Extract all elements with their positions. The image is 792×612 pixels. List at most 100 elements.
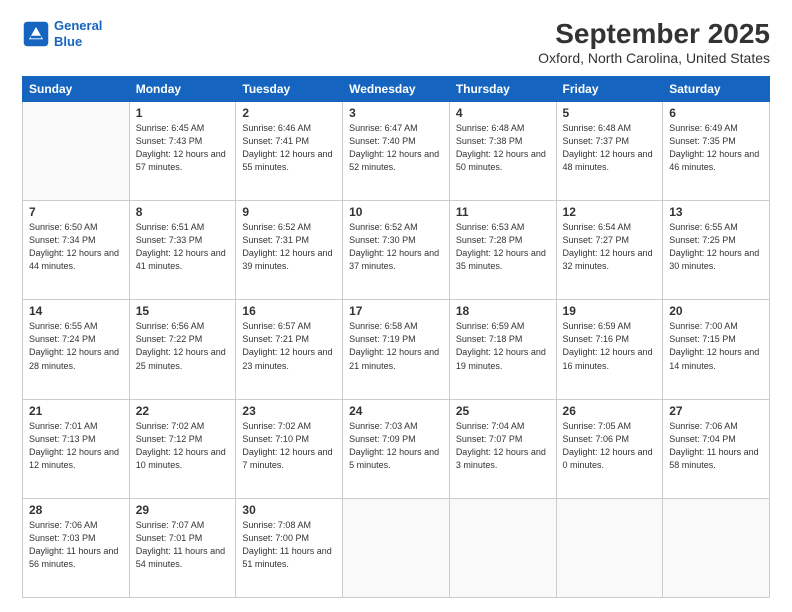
page: General Blue September 2025 Oxford, Nort… [0,0,792,612]
day-number: 6 [669,106,763,120]
day-cell: 28 Sunrise: 7:06 AMSunset: 7:03 PMDayligh… [23,498,130,597]
day-info: Sunrise: 6:58 AMSunset: 7:19 PMDaylight:… [349,320,443,372]
day-cell [663,498,770,597]
col-header-friday: Friday [556,77,663,102]
header-row: SundayMondayTuesdayWednesdayThursdayFrid… [23,77,770,102]
day-info: Sunrise: 6:52 AMSunset: 7:31 PMDaylight:… [242,221,336,273]
day-info: Sunrise: 6:51 AMSunset: 7:33 PMDaylight:… [136,221,230,273]
day-info: Sunrise: 6:55 AMSunset: 7:25 PMDaylight:… [669,221,763,273]
day-cell: 3 Sunrise: 6:47 AMSunset: 7:40 PMDaylight… [343,102,450,201]
day-number: 1 [136,106,230,120]
day-info: Sunrise: 6:50 AMSunset: 7:34 PMDaylight:… [29,221,123,273]
day-info: Sunrise: 6:45 AMSunset: 7:43 PMDaylight:… [136,122,230,174]
day-cell [449,498,556,597]
day-cell: 16 Sunrise: 6:57 AMSunset: 7:21 PMDayligh… [236,300,343,399]
day-number: 2 [242,106,336,120]
day-info: Sunrise: 6:59 AMSunset: 7:18 PMDaylight:… [456,320,550,372]
day-cell: 11 Sunrise: 6:53 AMSunset: 7:28 PMDayligh… [449,201,556,300]
day-cell: 9 Sunrise: 6:52 AMSunset: 7:31 PMDaylight… [236,201,343,300]
day-number: 10 [349,205,443,219]
header: General Blue September 2025 Oxford, Nort… [22,18,770,66]
day-info: Sunrise: 7:02 AMSunset: 7:12 PMDaylight:… [136,420,230,472]
day-info: Sunrise: 7:04 AMSunset: 7:07 PMDaylight:… [456,420,550,472]
day-cell: 26 Sunrise: 7:05 AMSunset: 7:06 PMDayligh… [556,399,663,498]
day-number: 28 [29,503,123,517]
day-number: 26 [563,404,657,418]
day-cell: 20Sunrise: 7:00 AMSunset: 7:15 PMDayligh… [663,300,770,399]
calendar-table: SundayMondayTuesdayWednesdayThursdayFrid… [22,76,770,598]
day-cell: 22 Sunrise: 7:02 AMSunset: 7:12 PMDayligh… [129,399,236,498]
day-cell: 5Sunrise: 6:48 AMSunset: 7:37 PMDaylight… [556,102,663,201]
day-info: Sunrise: 7:06 AMSunset: 7:03 PMDaylight:… [29,519,123,571]
logo-icon [22,20,50,48]
day-cell: 21 Sunrise: 7:01 AMSunset: 7:13 PMDayligh… [23,399,130,498]
day-number: 16 [242,304,336,318]
day-info: Sunrise: 7:02 AMSunset: 7:10 PMDaylight:… [242,420,336,472]
day-number: 3 [349,106,443,120]
day-number: 21 [29,404,123,418]
logo: General Blue [22,18,102,49]
day-info: Sunrise: 6:55 AMSunset: 7:24 PMDaylight:… [29,320,123,372]
day-number: 27 [669,404,763,418]
day-number: 29 [136,503,230,517]
day-number: 30 [242,503,336,517]
day-number: 7 [29,205,123,219]
day-info: Sunrise: 7:01 AMSunset: 7:13 PMDaylight:… [29,420,123,472]
day-number: 18 [456,304,550,318]
day-info: Sunrise: 6:57 AMSunset: 7:21 PMDaylight:… [242,320,336,372]
day-cell: 4 Sunrise: 6:48 AMSunset: 7:38 PMDaylight… [449,102,556,201]
day-info: Sunrise: 6:56 AMSunset: 7:22 PMDaylight:… [136,320,230,372]
day-info: Sunrise: 7:05 AMSunset: 7:06 PMDaylight:… [563,420,657,472]
week-row-4: 28 Sunrise: 7:06 AMSunset: 7:03 PMDayligh… [23,498,770,597]
day-number: 25 [456,404,550,418]
week-row-1: 7 Sunrise: 6:50 AMSunset: 7:34 PMDaylight… [23,201,770,300]
day-cell: 18 Sunrise: 6:59 AMSunset: 7:18 PMDayligh… [449,300,556,399]
day-number: 22 [136,404,230,418]
logo-line2: Blue [54,34,82,49]
day-info: Sunrise: 6:46 AMSunset: 7:41 PMDaylight:… [242,122,336,174]
day-number: 9 [242,205,336,219]
day-number: 17 [349,304,443,318]
day-cell [343,498,450,597]
title-block: September 2025 Oxford, North Carolina, U… [538,18,770,66]
day-number: 11 [456,205,550,219]
day-number: 13 [669,205,763,219]
day-number: 8 [136,205,230,219]
day-info: Sunrise: 6:48 AMSunset: 7:38 PMDaylight:… [456,122,550,174]
day-info: Sunrise: 6:47 AMSunset: 7:40 PMDaylight:… [349,122,443,174]
day-cell: 10 Sunrise: 6:52 AMSunset: 7:30 PMDayligh… [343,201,450,300]
day-number: 23 [242,404,336,418]
day-number: 4 [456,106,550,120]
day-info: Sunrise: 6:52 AMSunset: 7:30 PMDaylight:… [349,221,443,273]
day-cell: 23 Sunrise: 7:02 AMSunset: 7:10 PMDayligh… [236,399,343,498]
day-info: Sunrise: 6:54 AMSunset: 7:27 PMDaylight:… [563,221,657,273]
day-info: Sunrise: 7:03 AMSunset: 7:09 PMDaylight:… [349,420,443,472]
day-cell: 30 Sunrise: 7:08 AMSunset: 7:00 PMDayligh… [236,498,343,597]
day-cell: 12 Sunrise: 6:54 AMSunset: 7:27 PMDayligh… [556,201,663,300]
logo-line1: General [54,18,102,33]
day-cell: 29Sunrise: 7:07 AMSunset: 7:01 PMDayligh… [129,498,236,597]
day-number: 24 [349,404,443,418]
day-cell: 19 Sunrise: 6:59 AMSunset: 7:16 PMDayligh… [556,300,663,399]
main-title: September 2025 [538,18,770,50]
col-header-saturday: Saturday [663,77,770,102]
day-cell: 14Sunrise: 6:55 AMSunset: 7:24 PMDayligh… [23,300,130,399]
day-number: 5 [563,106,657,120]
day-cell: 27 Sunrise: 7:06 AMSunset: 7:04 PMDayligh… [663,399,770,498]
day-cell: 8 Sunrise: 6:51 AMSunset: 7:33 PMDaylight… [129,201,236,300]
day-cell: 15Sunrise: 6:56 AMSunset: 7:22 PMDayligh… [129,300,236,399]
col-header-monday: Monday [129,77,236,102]
day-number: 19 [563,304,657,318]
day-info: Sunrise: 6:53 AMSunset: 7:28 PMDaylight:… [456,221,550,273]
subtitle: Oxford, North Carolina, United States [538,50,770,66]
day-number: 12 [563,205,657,219]
day-cell [23,102,130,201]
day-info: Sunrise: 7:08 AMSunset: 7:00 PMDaylight:… [242,519,336,571]
day-info: Sunrise: 7:06 AMSunset: 7:04 PMDaylight:… [669,420,763,472]
day-cell: 25 Sunrise: 7:04 AMSunset: 7:07 PMDayligh… [449,399,556,498]
col-header-sunday: Sunday [23,77,130,102]
col-header-tuesday: Tuesday [236,77,343,102]
day-cell: 6Sunrise: 6:49 AMSunset: 7:35 PMDaylight… [663,102,770,201]
day-info: Sunrise: 6:59 AMSunset: 7:16 PMDaylight:… [563,320,657,372]
week-row-0: 1 Sunrise: 6:45 AMSunset: 7:43 PMDaylight… [23,102,770,201]
